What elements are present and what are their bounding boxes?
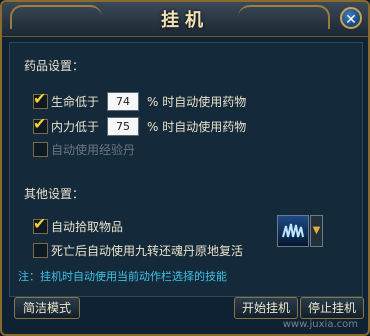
watermark: www.juxia.com xyxy=(282,319,358,330)
start-afk-button[interactable]: 开始挂机 xyxy=(234,297,298,319)
exp-checkbox[interactable] xyxy=(33,142,48,157)
hp-label: 生命低于 xyxy=(51,95,100,109)
mp-checkbox[interactable] xyxy=(33,114,48,134)
hp-setting-row: 生命低于 74 % 时自动使用药物 xyxy=(33,89,247,111)
exp-label: 自动使用经验丹 xyxy=(51,143,136,157)
hp-checkbox[interactable] xyxy=(33,89,48,109)
afk-settings-window: 挂机 ✕ 药品设置： 生命低于 74 % 时自动使用药物 内力低于 75 % 时… xyxy=(0,0,370,336)
revive-label: 死亡后自动使用九转还魂丹原地复活 xyxy=(51,244,244,258)
hint-note: 注：挂机时自动使用当前动作栏选择的技能 xyxy=(18,270,227,283)
drug-settings-label: 药品设置： xyxy=(24,59,85,73)
auto-pick-row: 自动拾取物品 xyxy=(33,214,124,235)
skill-dropdown-button[interactable]: ▼ xyxy=(310,215,323,247)
mp-label: 内力低于 xyxy=(51,120,100,134)
window-title: 挂机 xyxy=(161,10,209,31)
triangle-down-icon: ▼ xyxy=(312,225,321,236)
skill-slot[interactable] xyxy=(277,215,309,247)
other-settings-label: 其他设置： xyxy=(24,187,85,201)
revive-checkbox[interactable] xyxy=(33,243,48,258)
stop-afk-button[interactable]: 停止挂机 xyxy=(300,297,364,319)
mp-threshold-input[interactable]: 75 xyxy=(107,117,140,136)
exp-setting-row: 自动使用经验丹 xyxy=(33,141,135,158)
hp-threshold-input[interactable]: 74 xyxy=(107,92,140,111)
close-icon: ✕ xyxy=(345,12,357,28)
close-button[interactable]: ✕ xyxy=(340,7,362,29)
simple-mode-button[interactable]: 简洁模式 xyxy=(14,297,80,319)
auto-pick-checkbox[interactable] xyxy=(33,214,48,234)
auto-pick-label: 自动拾取物品 xyxy=(51,220,124,234)
hp-suffix: % 时自动使用药物 xyxy=(147,95,247,109)
mp-setting-row: 内力低于 75 % 时自动使用药物 xyxy=(33,114,247,136)
wave-skill-icon xyxy=(282,222,304,238)
mp-suffix: % 时自动使用药物 xyxy=(147,120,247,134)
revive-row: 死亡后自动使用九转还魂丹原地复活 xyxy=(33,242,243,259)
title-bar: 挂机 ✕ xyxy=(2,2,368,37)
